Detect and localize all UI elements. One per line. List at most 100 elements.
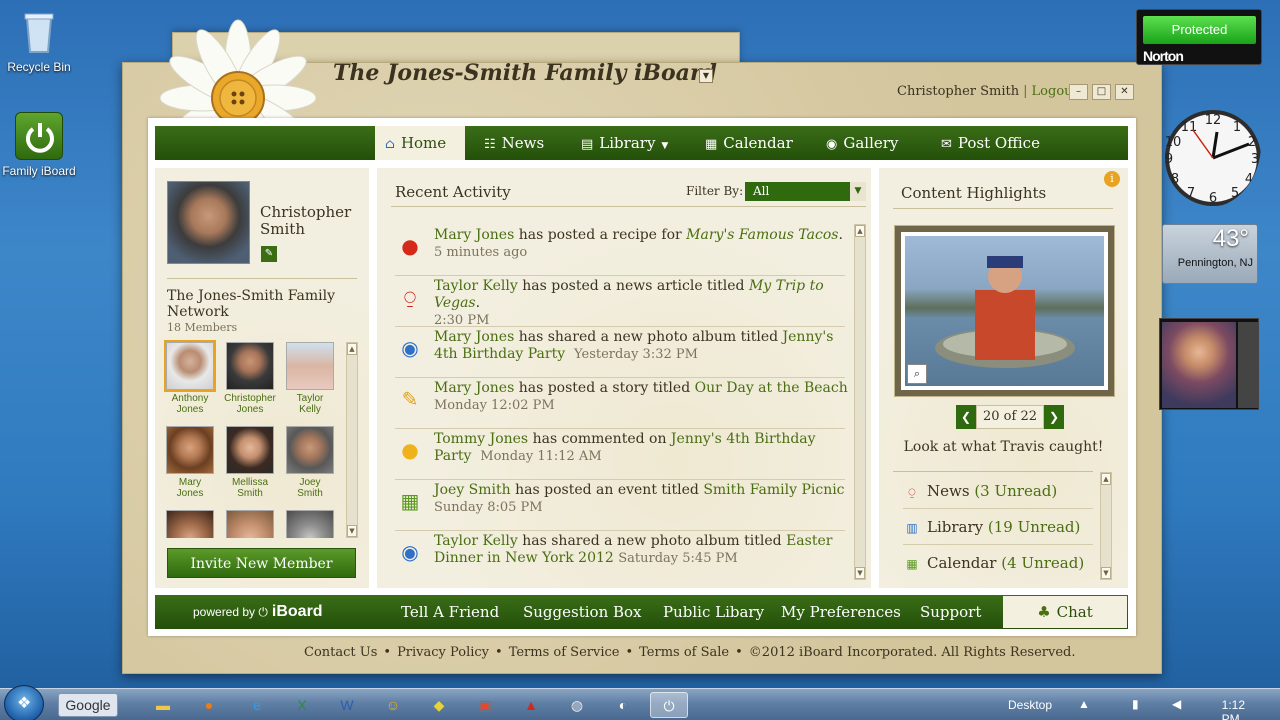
nav-gallery[interactable]: ◉ Gallery: [816, 126, 908, 160]
weather-gadget[interactable]: 43° Pennington, NJ: [1162, 224, 1258, 284]
norton-gadget[interactable]: Protected Norton: [1136, 9, 1262, 65]
terms-of-service-link[interactable]: Terms of Service: [509, 645, 620, 660]
volume-icon[interactable]: ◀: [1172, 697, 1181, 711]
activity-object-link[interactable]: Smith Family Picnic: [703, 482, 844, 498]
slideshow-gadget[interactable]: [1159, 318, 1259, 410]
start-button[interactable]: ❖: [4, 685, 44, 720]
activity-scrollbar[interactable]: ▲ ▼: [854, 224, 866, 580]
tell-a-friend-link[interactable]: Tell A Friend: [401, 595, 499, 629]
scroll-up-button[interactable]: ▲: [1101, 473, 1111, 485]
highlight-calendar[interactable]: ▦ Calendar (4 Unread): [903, 545, 1093, 581]
camera-icon: ◉: [401, 540, 419, 564]
scroll-down-button[interactable]: ▼: [855, 567, 865, 579]
members-scrollbar[interactable]: ▲ ▼: [346, 342, 358, 538]
avatar: [226, 342, 274, 390]
filter-select[interactable]: All ▼: [745, 182, 866, 201]
firefox-icon[interactable]: ●: [190, 692, 228, 718]
activity-user-link[interactable]: Taylor Kelly: [434, 533, 518, 549]
terms-of-sale-link[interactable]: Terms of Sale: [639, 645, 729, 660]
suggestion-box-link[interactable]: Suggestion Box: [523, 595, 642, 629]
internet-explorer-icon[interactable]: e: [238, 692, 276, 718]
activity-user-link[interactable]: Mary Jones: [434, 380, 514, 396]
activity-user-link[interactable]: Joey Smith: [434, 482, 511, 498]
minimize-button[interactable]: –: [1069, 84, 1088, 100]
zoom-icon[interactable]: ⌕: [907, 364, 927, 384]
excel-icon[interactable]: X: [283, 692, 321, 718]
member-card[interactable]: Christopher Jones: [221, 342, 279, 415]
app-icon[interactable]: ◐: [604, 692, 642, 718]
activity-item[interactable]: ▦ Joey Smith has posted an event titled …: [395, 480, 845, 531]
activity-object-link[interactable]: Our Day at the Beach: [695, 380, 848, 396]
activity-item[interactable]: ● Mary Jones has posted a recipe for Mar…: [395, 225, 845, 276]
next-photo-button[interactable]: ❯: [1044, 405, 1064, 429]
activity-user-link[interactable]: Mary Jones: [434, 227, 514, 243]
support-link[interactable]: Support: [920, 595, 981, 629]
highlight-library[interactable]: ▥ Library (19 Unread): [903, 509, 1093, 545]
app-icon[interactable]: ◍: [558, 692, 596, 718]
highlights-scrollbar[interactable]: ▲ ▼: [1100, 472, 1112, 580]
highlights-title: Content Highlights: [901, 184, 1047, 202]
svg-text:1: 1: [1233, 120, 1241, 135]
avatar[interactable]: [167, 181, 250, 264]
activity-item[interactable]: ✎ Mary Jones has posted a story titled O…: [395, 378, 848, 429]
network-icon[interactable]: ▮: [1132, 697, 1139, 711]
activity-item[interactable]: ⍜ Taylor Kelly has posted a news article…: [395, 276, 845, 328]
member-card[interactable]: Joey Smith: [281, 426, 339, 499]
broadcast-icon: ⍜: [908, 485, 916, 499]
member-card[interactable]: [161, 510, 219, 538]
maximize-button[interactable]: □: [1092, 84, 1111, 100]
acrobat-icon[interactable]: ▲: [512, 692, 550, 718]
chevron-down-icon: ▼: [850, 182, 866, 201]
member-card[interactable]: Mellissa Smith: [221, 426, 279, 499]
chat-button[interactable]: ♣ Chat: [1003, 596, 1127, 628]
title-dropdown-button[interactable]: ▼: [699, 69, 713, 83]
close-button[interactable]: ✕: [1115, 84, 1134, 100]
nav-calendar[interactable]: ▦ Calendar: [695, 126, 803, 160]
member-card[interactable]: [281, 510, 339, 538]
app-icon[interactable]: ▣: [466, 692, 504, 718]
invite-member-button[interactable]: Invite New Member: [167, 548, 356, 578]
activity-object-link[interactable]: Mary's Famous Tacos: [686, 227, 838, 243]
activity-item[interactable]: ● Tommy Jones has commented on Jenny's 4…: [395, 429, 845, 480]
activity-user-link[interactable]: Tommy Jones: [434, 431, 528, 447]
recycle-bin-desktop-icon[interactable]: Recycle Bin: [0, 8, 78, 74]
family-iboard-desktop-icon[interactable]: Family iBoard: [0, 112, 78, 178]
public-library-link[interactable]: Public Libary: [663, 595, 764, 629]
highlight-news[interactable]: ⍜ News (3 Unread): [903, 473, 1093, 509]
nav-post-office[interactable]: ✉ Post Office: [931, 126, 1050, 160]
scroll-down-button[interactable]: ▼: [1101, 567, 1111, 579]
nav-news[interactable]: ☷ News: [474, 126, 554, 160]
member-last: Kelly: [299, 404, 321, 415]
scroll-up-button[interactable]: ▲: [347, 343, 357, 355]
member-card[interactable]: Taylor Kelly: [281, 342, 339, 415]
scroll-down-button[interactable]: ▼: [347, 525, 357, 537]
scroll-up-button[interactable]: ▲: [855, 225, 865, 237]
activity-item[interactable]: ◉ Mary Jones has shared a new photo albu…: [395, 327, 845, 378]
featured-photo-frame[interactable]: ⌕: [895, 226, 1114, 396]
edit-profile-button[interactable]: ✎: [261, 246, 277, 262]
activity-user-link[interactable]: Mary Jones: [434, 329, 514, 345]
my-preferences-link[interactable]: My Preferences: [781, 595, 901, 629]
family-iboard-taskbar-button[interactable]: ⏻: [650, 692, 688, 718]
member-card[interactable]: Mary Jones: [161, 426, 219, 499]
svg-text:2: 2: [1248, 135, 1256, 150]
app-icon[interactable]: ◆: [420, 692, 458, 718]
google-toolbar[interactable]: Google: [58, 693, 118, 717]
member-card[interactable]: Anthony Jones: [161, 340, 219, 415]
activity-item[interactable]: ◉ Taylor Kelly has shared a new photo al…: [395, 531, 845, 582]
member-card[interactable]: [221, 510, 279, 538]
contact-us-link[interactable]: Contact Us: [304, 645, 377, 660]
privacy-policy-link[interactable]: Privacy Policy: [397, 645, 489, 660]
outlook-icon[interactable]: ☺: [374, 692, 412, 718]
prev-photo-button[interactable]: ❮: [956, 405, 976, 429]
folder-icon[interactable]: ▬: [144, 692, 182, 718]
chevron-up-icon[interactable]: ▲: [1078, 697, 1090, 711]
activity-user-link[interactable]: Taylor Kelly: [434, 278, 518, 294]
system-clock[interactable]: 1:12 PM: [1222, 698, 1245, 720]
info-icon[interactable]: i: [1104, 171, 1120, 187]
clock-gadget[interactable]: 12 12345 67891011: [1153, 80, 1261, 208]
desktop-toolbar[interactable]: Desktop: [1008, 698, 1052, 712]
nav-library[interactable]: ▤ Library ▼: [571, 126, 678, 160]
word-icon[interactable]: W: [328, 692, 366, 718]
nav-home[interactable]: ⌂ Home: [375, 126, 465, 160]
